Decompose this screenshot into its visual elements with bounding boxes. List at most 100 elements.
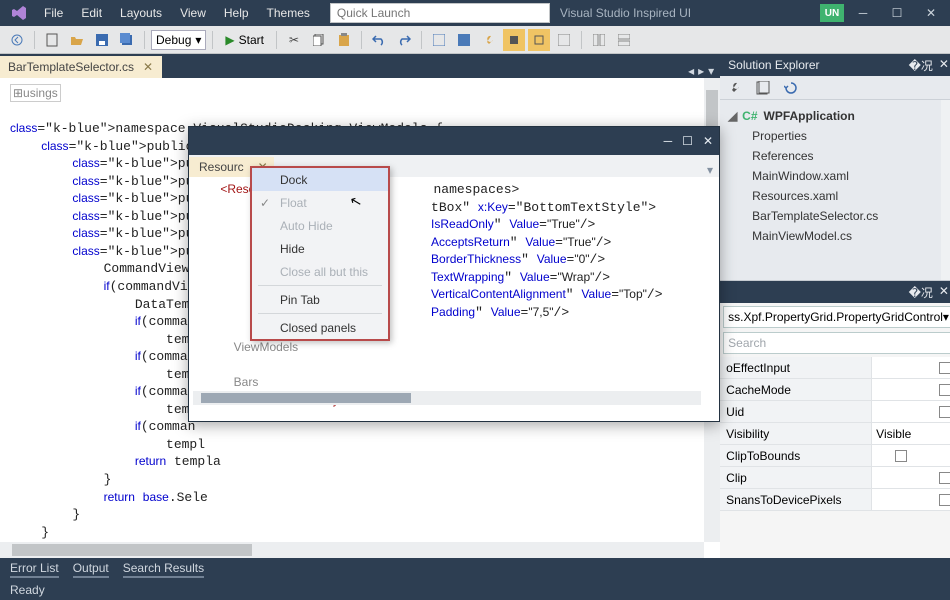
tb-icon-6[interactable] xyxy=(588,29,610,51)
property-name: Uid xyxy=(720,401,872,422)
ctx-dock[interactable]: Dock xyxy=(252,168,388,191)
properties-type-combo[interactable]: ss.Xpf.PropertyGrid.PropertyGridControl▾ xyxy=(723,306,950,328)
start-button[interactable]: ▶Start xyxy=(219,29,270,51)
solution-explorer-titlebar: Solution Explorer �况 ✕ xyxy=(720,54,950,76)
property-row[interactable]: SnansToDevicePixels xyxy=(720,489,950,511)
toolbar: Debug▾ ▶Start ✂ xyxy=(0,26,950,54)
maximize-icon[interactable]: ☐ xyxy=(882,2,912,24)
minimize-icon[interactable]: ─ xyxy=(848,2,878,24)
close-pane-icon[interactable]: ✕ xyxy=(939,284,949,301)
pin-icon[interactable]: �况 xyxy=(909,57,933,74)
tree-item[interactable]: Properties xyxy=(724,126,937,146)
float-scrollbar-horizontal[interactable] xyxy=(193,391,701,405)
solution-tree[interactable]: ◢C#WPFApplication Properties References … xyxy=(720,100,941,280)
ctx-float: ✓Float xyxy=(252,191,388,214)
pane-title-label: Solution Explorer xyxy=(728,58,819,72)
property-row[interactable]: oEffectInput xyxy=(720,357,950,379)
tb-icon-1[interactable] xyxy=(428,29,450,51)
menu-layouts[interactable]: Layouts xyxy=(112,2,170,24)
property-value[interactable]: Visible xyxy=(872,423,950,444)
properties-titlebar: �况 ✕ xyxy=(720,281,950,303)
tab-list-icon[interactable]: ▾ xyxy=(708,64,714,78)
float-tab-list-icon[interactable]: ▾ xyxy=(707,163,719,177)
property-value[interactable] xyxy=(872,467,950,488)
ctx-pin-tab[interactable]: Pin Tab xyxy=(252,288,388,311)
properties-icon[interactable] xyxy=(724,77,746,99)
user-badge[interactable]: UN xyxy=(820,4,844,22)
property-name: Clip xyxy=(720,467,872,488)
tb-icon-7[interactable] xyxy=(613,29,635,51)
tab-scroll-right-icon[interactable]: ▸ xyxy=(698,64,704,78)
cut-icon[interactable]: ✂ xyxy=(283,29,305,51)
property-row[interactable]: CacheMode xyxy=(720,379,950,401)
pin-icon[interactable]: �况 xyxy=(909,284,933,301)
ctx-closed-panels[interactable]: Closed panels xyxy=(252,316,388,339)
quick-launch-input[interactable] xyxy=(330,3,550,23)
copy-icon[interactable] xyxy=(308,29,330,51)
float-titlebar[interactable]: ─ ☐ ✕ xyxy=(189,127,719,155)
paste-icon[interactable] xyxy=(333,29,355,51)
status-bar: Ready xyxy=(0,580,950,600)
tb-icon-3[interactable] xyxy=(503,29,525,51)
property-value[interactable] xyxy=(872,379,950,400)
properties-search-input[interactable]: Search xyxy=(723,332,950,354)
tab-scroll-left-icon[interactable]: ◂ xyxy=(688,64,694,78)
tb-icon-5[interactable] xyxy=(553,29,575,51)
properties-grid[interactable]: oEffectInputCacheModeUidVisibilityVisibl… xyxy=(720,357,950,511)
float-maximize-icon[interactable]: ☐ xyxy=(682,134,693,148)
tree-item[interactable]: MainViewModel.cs xyxy=(724,226,937,246)
save-icon[interactable] xyxy=(91,29,113,51)
close-icon[interactable]: ✕ xyxy=(916,2,946,24)
bottom-tab-search[interactable]: Search Results xyxy=(123,561,204,578)
refresh-icon[interactable] xyxy=(780,77,802,99)
document-tab-label: BarTemplateSelector.cs xyxy=(8,60,134,74)
open-icon[interactable] xyxy=(66,29,88,51)
property-name: ClipToBounds xyxy=(720,445,872,466)
vs-logo-icon xyxy=(8,2,30,24)
menu-edit[interactable]: Edit xyxy=(73,2,110,24)
float-minimize-icon[interactable]: ─ xyxy=(664,134,673,148)
property-row[interactable]: ClipToBounds xyxy=(720,445,950,467)
ctx-hide[interactable]: Hide xyxy=(252,237,388,260)
tb-icon-2[interactable] xyxy=(453,29,475,51)
bottom-tabstrip: Error List Output Search Results xyxy=(0,558,950,580)
wrench-icon[interactable] xyxy=(478,29,500,51)
solution-toolbar xyxy=(720,76,950,100)
tree-item[interactable]: BarTemplateSelector.cs xyxy=(724,206,937,226)
redo-icon[interactable] xyxy=(393,29,415,51)
menu-help[interactable]: Help xyxy=(216,2,257,24)
tree-item[interactable]: Resources.xaml xyxy=(724,186,937,206)
config-combo[interactable]: Debug▾ xyxy=(151,30,206,50)
show-all-icon[interactable] xyxy=(752,77,774,99)
tree-root[interactable]: ◢C#WPFApplication xyxy=(724,106,937,126)
property-value[interactable] xyxy=(872,357,950,378)
property-name: Visibility xyxy=(720,423,872,444)
property-row[interactable]: VisibilityVisible xyxy=(720,423,950,445)
property-row[interactable]: Uid xyxy=(720,401,950,423)
menu-themes[interactable]: Themes xyxy=(259,2,318,24)
property-row[interactable]: Clip xyxy=(720,467,950,489)
context-menu: Dock ✓Float Auto Hide Hide Close all but… xyxy=(250,166,390,341)
menu-view[interactable]: View xyxy=(172,2,214,24)
undo-icon[interactable] xyxy=(368,29,390,51)
tree-item[interactable]: References xyxy=(724,146,937,166)
close-tab-icon[interactable]: ✕ xyxy=(142,61,154,73)
tree-item[interactable]: MainWindow.xaml xyxy=(724,166,937,186)
nav-back-icon[interactable] xyxy=(6,29,28,51)
bottom-tab-output[interactable]: Output xyxy=(73,561,109,578)
float-close-icon[interactable]: ✕ xyxy=(703,134,713,148)
property-name: SnansToDevicePixels xyxy=(720,489,872,510)
close-pane-icon[interactable]: ✕ xyxy=(939,57,949,74)
property-value[interactable] xyxy=(872,489,950,510)
menu-file[interactable]: File xyxy=(36,2,71,24)
bottom-tab-errorlist[interactable]: Error List xyxy=(10,561,59,578)
property-name: oEffectInput xyxy=(720,357,872,378)
save-all-icon[interactable] xyxy=(116,29,138,51)
tree-scrollbar[interactable] xyxy=(941,100,950,280)
new-file-icon[interactable] xyxy=(41,29,63,51)
tb-icon-4[interactable] xyxy=(528,29,550,51)
property-value[interactable] xyxy=(872,401,950,422)
document-tab[interactable]: BarTemplateSelector.cs ✕ xyxy=(0,56,162,78)
property-value[interactable] xyxy=(872,445,950,466)
editor-scrollbar-horizontal[interactable] xyxy=(0,542,704,558)
